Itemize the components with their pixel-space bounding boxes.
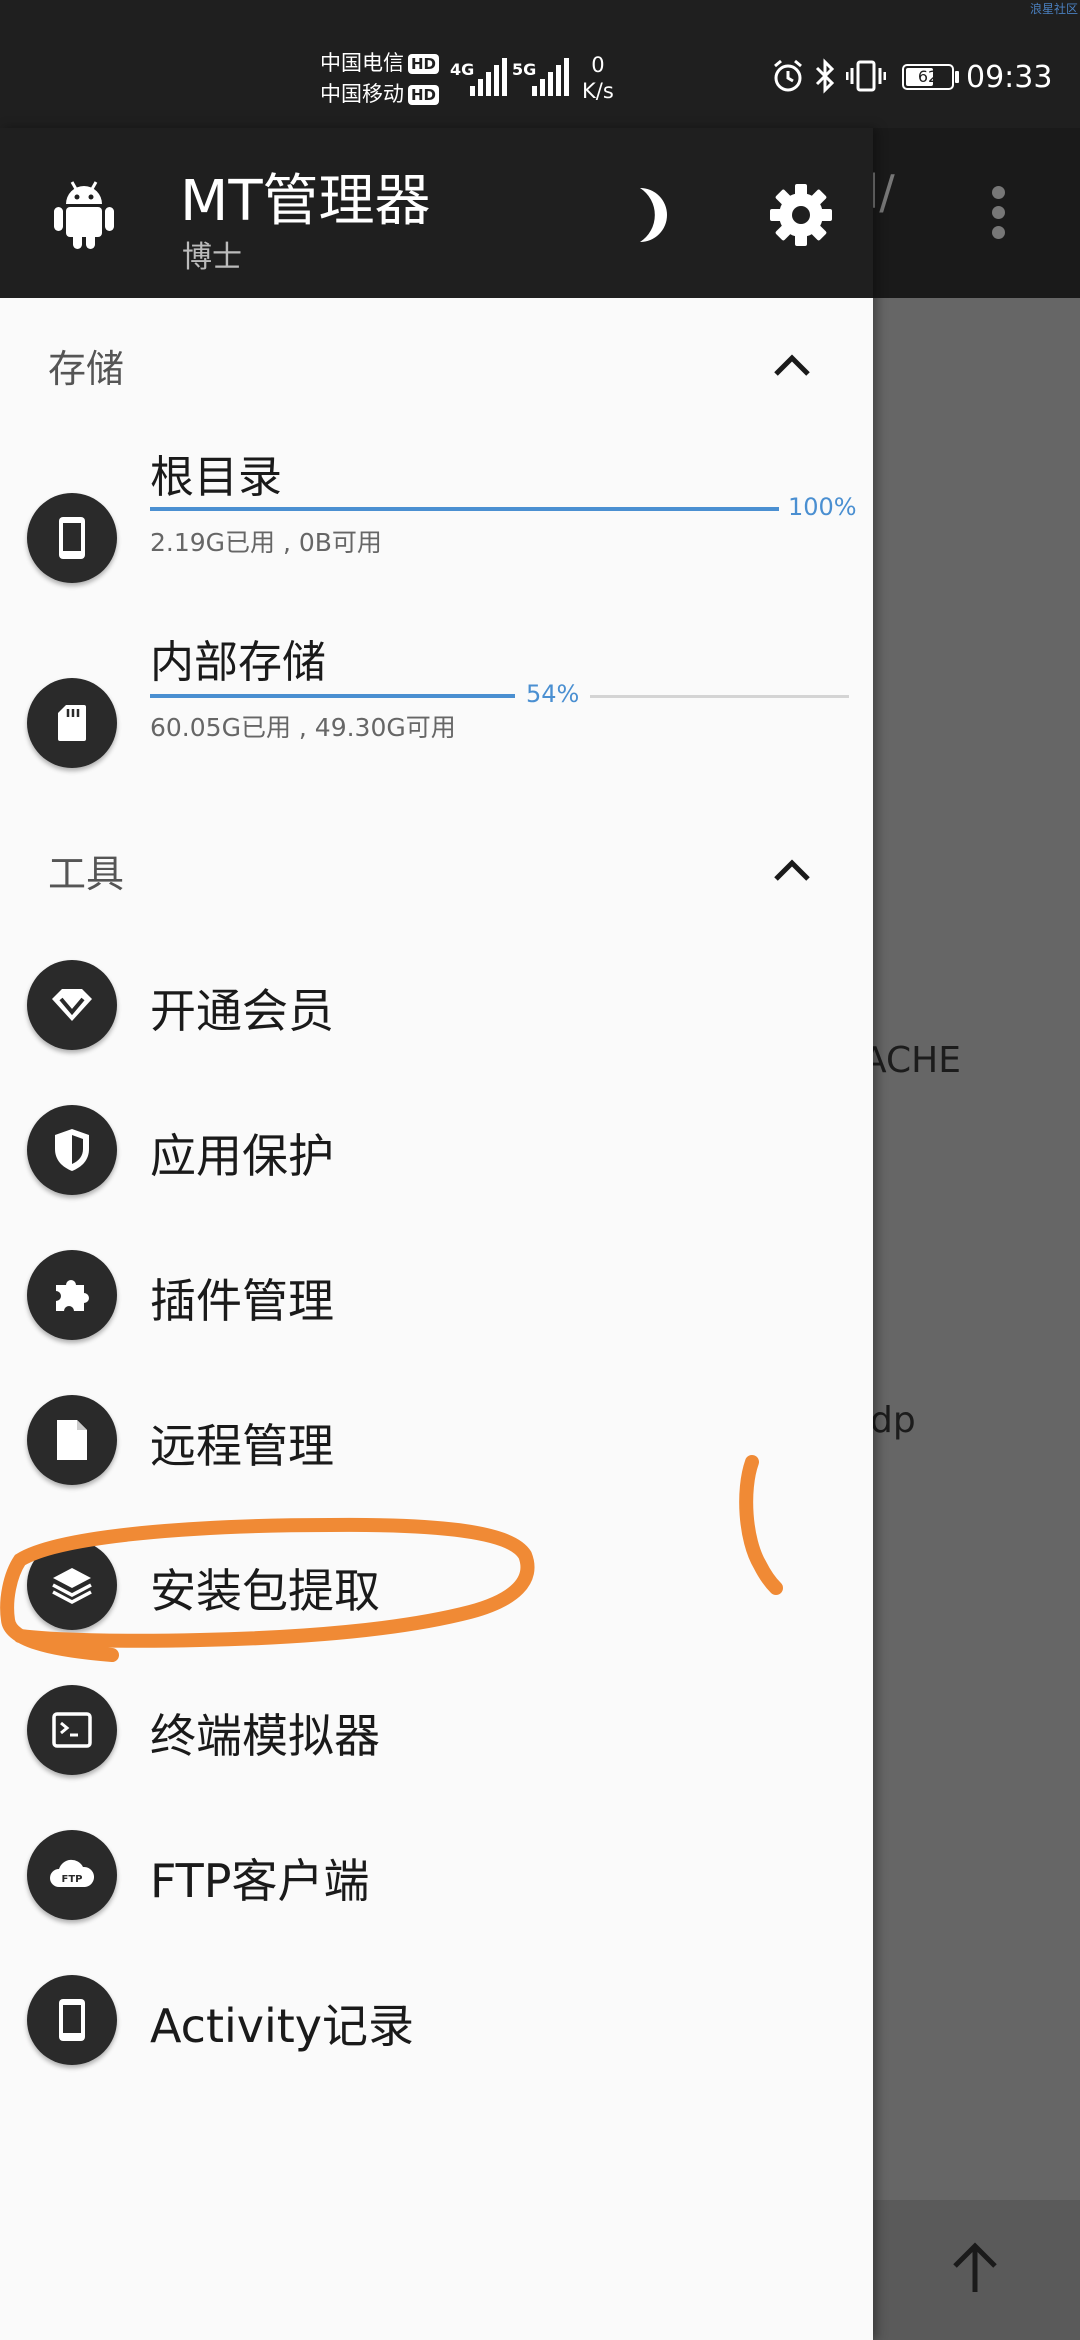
sd-card-icon xyxy=(27,678,117,768)
android-icon xyxy=(54,181,114,249)
background-file-name: dp xyxy=(870,1400,916,1441)
watermark: 浪星社区 xyxy=(1030,2,1079,16)
more-options-icon[interactable] xyxy=(992,186,1006,246)
drawer-header: MT管理器 博士 xyxy=(0,128,873,298)
battery-tip xyxy=(955,71,959,83)
tool-item-vip[interactable]: 开通会员 xyxy=(0,935,873,1075)
section-title-tools: 工具 xyxy=(48,852,125,896)
background-file-name: ACHE xyxy=(862,1040,961,1081)
bluetooth-icon xyxy=(815,58,835,94)
storage-usage-bar xyxy=(150,694,515,698)
tool-item-remote[interactable]: 远程管理 xyxy=(0,1370,873,1510)
tool-label: 远程管理 xyxy=(150,1419,334,1473)
tool-item-app-protect[interactable]: 应用保护 xyxy=(0,1080,873,1220)
signal-icon xyxy=(532,58,569,96)
chevron-up-icon[interactable] xyxy=(770,350,814,380)
file-icon xyxy=(27,1395,117,1485)
phone-icon xyxy=(27,493,117,583)
clock: 09:33 xyxy=(966,60,1053,95)
night-mode-icon[interactable] xyxy=(618,180,688,250)
storage-percent: 54% xyxy=(526,680,580,708)
section-title-storage: 存储 xyxy=(48,347,125,391)
tool-item-terminal[interactable]: 终端模拟器 xyxy=(0,1660,873,1800)
vibrate-icon xyxy=(846,60,886,92)
tool-item-plugins[interactable]: 插件管理 xyxy=(0,1225,873,1365)
puzzle-icon xyxy=(27,1250,117,1340)
storage-item-root[interactable]: 根目录 100% 2.19G已用 , 0B可用 xyxy=(0,452,873,623)
ftp-icon-text: FTP xyxy=(62,1874,83,1885)
tool-label: 安装包提取 xyxy=(150,1564,380,1618)
terminal-icon xyxy=(27,1685,117,1775)
phone-icon xyxy=(27,1975,117,2065)
storage-info: 60.05G已用 , 49.30G可用 xyxy=(150,713,456,742)
signal-icon xyxy=(470,58,507,96)
storage-info: 2.19G已用 , 0B可用 xyxy=(150,528,382,557)
tool-label: 应用保护 xyxy=(150,1129,334,1183)
tool-label: 开通会员 xyxy=(150,984,334,1038)
shield-icon xyxy=(27,1105,117,1195)
storage-item-internal[interactable]: 内部存储 54% 60.05G已用 , 49.30G可用 xyxy=(0,637,873,808)
battery-icon: 62 xyxy=(902,64,954,90)
tool-item-apk-extract[interactable]: 安装包提取 xyxy=(0,1515,873,1655)
tool-item-activity-log[interactable]: Activity记录 xyxy=(0,1950,873,2090)
tool-label: 插件管理 xyxy=(150,1274,334,1328)
alarm-icon xyxy=(774,59,802,92)
tool-label: Activity记录 xyxy=(150,1999,415,2053)
storage-name: 根目录 xyxy=(150,452,282,503)
arrow-up-icon[interactable] xyxy=(945,2238,1005,2298)
storage-free-bar xyxy=(590,695,849,698)
tool-label: 终端模拟器 xyxy=(150,1709,380,1763)
settings-gear-icon[interactable] xyxy=(766,180,836,250)
user-name: 博士 xyxy=(182,240,242,275)
navigation-drawer: MT管理器 博士 存储 根目录 100% 2.19G已用 , 0B可用 内部存储… xyxy=(0,128,873,2340)
carrier-2: 中国移动 HD xyxy=(320,79,440,109)
status-bar: 浪星社区 中国电信 HD 中国移动 HD 4G 5G 0 K/s 62 09:33 xyxy=(0,0,1080,128)
ftp-cloud-icon: FTP xyxy=(27,1830,117,1920)
app-title: MT管理器 xyxy=(180,169,431,234)
tool-label: FTP客户端 xyxy=(150,1854,370,1908)
tool-item-ftp[interactable]: FTP FTP客户端 xyxy=(0,1805,873,1945)
storage-name: 内部存储 xyxy=(150,637,326,688)
storage-percent: 100% xyxy=(788,493,857,521)
network-speed: 0 K/s xyxy=(582,53,614,103)
chevron-up-icon[interactable] xyxy=(770,855,814,885)
layers-icon xyxy=(27,1540,117,1630)
storage-usage-bar xyxy=(150,507,779,511)
carrier-1: 中国电信 HD xyxy=(320,48,440,78)
diamond-icon xyxy=(27,960,117,1050)
